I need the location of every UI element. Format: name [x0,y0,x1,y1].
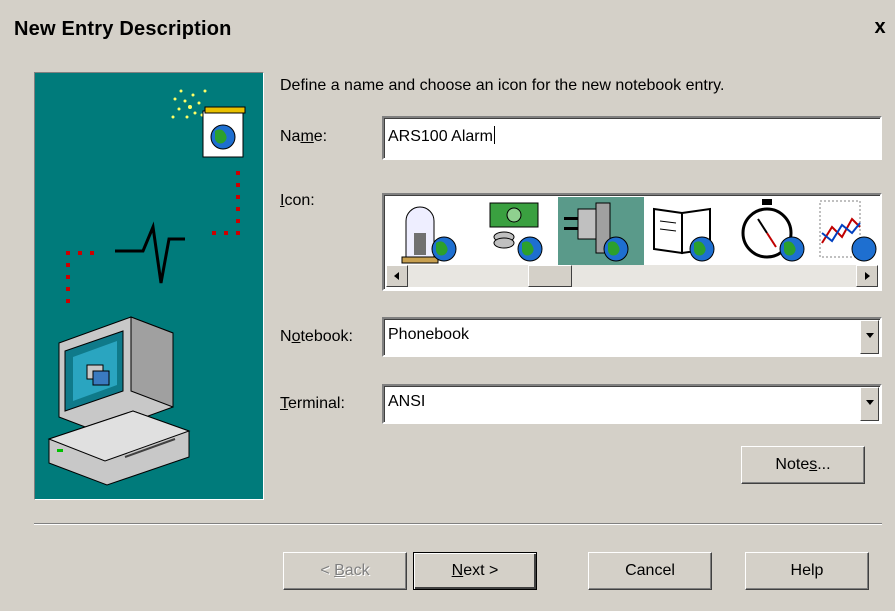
name-input-value: ARS100 Alarm [388,128,493,145]
icon-label: Icon: [280,192,315,209]
terminal-select-value: ANSI [388,393,426,410]
stopwatch-globe-icon[interactable] [730,197,816,265]
close-icon[interactable]: x [869,16,891,40]
chevron-down-icon[interactable] [860,387,879,421]
notes-button[interactable]: Notes... [741,446,865,484]
line-chart-globe-icon[interactable] [816,197,878,265]
scroll-right-icon[interactable] [856,265,878,287]
open-book-globe-icon[interactable] [644,197,730,265]
next-button[interactable]: Next > [413,552,537,590]
power-plug-globe-icon[interactable] [558,197,644,265]
text-caret [493,126,495,144]
terminal-label: Terminal: [280,395,345,412]
back-button[interactable]: < Back [283,552,407,590]
computer-notebook-illustration [47,89,246,486]
icon-scrollbar[interactable] [386,265,878,287]
title-bar: New Entry Description x [0,0,895,52]
scroll-left-icon[interactable] [386,265,408,287]
help-button[interactable]: Help [745,552,869,590]
intro-text: Define a name and choose an icon for the… [280,77,725,94]
dialog-title: New Entry Description [14,18,232,40]
cancel-button[interactable]: Cancel [588,552,712,590]
money-coins-globe-icon[interactable] [472,197,558,265]
notebook-select-value: Phonebook [388,326,469,343]
icon-list[interactable] [386,197,878,265]
bell-jar-globe-icon[interactable] [386,197,472,265]
scroll-thumb[interactable] [528,265,572,287]
icon-picker[interactable] [382,193,882,291]
terminal-select[interactable]: ANSI [382,384,882,424]
separator [34,523,882,525]
notebook-select[interactable]: Phonebook [382,317,882,357]
wizard-illustration [34,72,264,500]
name-label: Name: [280,128,328,145]
name-input[interactable]: ARS100 Alarm [382,116,882,160]
chevron-down-icon[interactable] [860,320,879,354]
notebook-label: Notebook: [280,328,353,345]
